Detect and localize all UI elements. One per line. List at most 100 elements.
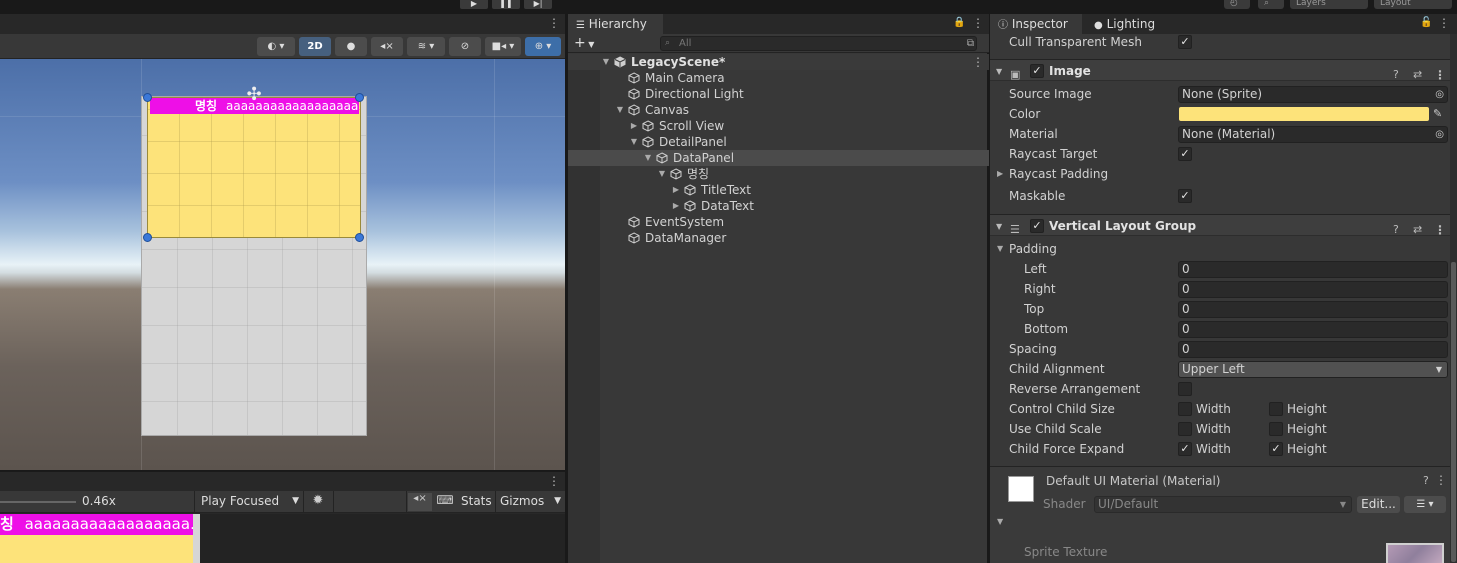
rect-handle-top-right[interactable] bbox=[355, 93, 364, 102]
material-field[interactable]: None (Material) ◎ bbox=[1178, 126, 1448, 143]
foldout-open-icon[interactable]: ▼ bbox=[996, 61, 1002, 83]
shading-mode-dropdown[interactable]: ◐ ▾ bbox=[257, 37, 295, 56]
presets-icon[interactable]: ⇄ bbox=[1413, 219, 1422, 241]
vlg-enabled-checkbox[interactable]: ✓ bbox=[1030, 219, 1044, 233]
gizmos-dropdown[interactable]: Gizmos ▼ bbox=[495, 491, 565, 512]
inspector-scrollbar[interactable] bbox=[1450, 34, 1457, 563]
gizmos-dropdown[interactable]: ⊕ ▾ bbox=[525, 37, 561, 56]
object-picker-icon[interactable]: ◎ bbox=[1435, 127, 1444, 142]
hierarchy-item[interactable]: ▼ DetailPanel bbox=[568, 134, 989, 150]
image-enabled-checkbox[interactable]: ✓ bbox=[1030, 64, 1044, 78]
foldout-open-icon[interactable]: ▼ bbox=[643, 150, 653, 166]
hierarchy-item[interactable]: ▶ TitleText bbox=[568, 182, 989, 198]
hierarchy-scene-row[interactable]: ▼ LegacyScene* bbox=[568, 54, 989, 70]
scene-visibility-button[interactable]: ⊘ bbox=[449, 37, 481, 56]
foldout-closed-icon[interactable]: ▶ bbox=[997, 164, 1003, 184]
padding-row[interactable]: ▼ Padding bbox=[990, 239, 1450, 259]
vertical-layout-group-header[interactable]: ▼ ☰ ✓ Vertical Layout Group ? ⇄ ⋮ bbox=[990, 214, 1450, 238]
more-options-icon[interactable]: ⋮ bbox=[548, 474, 560, 488]
effects-dropdown[interactable]: ≋ ▾ bbox=[407, 37, 445, 56]
hierarchy-item[interactable]: ▼ 명칭 bbox=[568, 166, 989, 182]
control-width-checkbox[interactable] bbox=[1178, 402, 1192, 416]
hierarchy-item[interactable]: Main Camera bbox=[568, 70, 989, 86]
help-icon[interactable]: ? bbox=[1423, 474, 1429, 487]
rect-handle-bottom-left[interactable] bbox=[143, 233, 152, 242]
layers-dropdown[interactable]: Layers bbox=[1290, 0, 1368, 9]
image-component-header[interactable]: ▼ ▣ ✓ Image ? ⇄ ⋮ bbox=[990, 59, 1450, 83]
presets-icon[interactable]: ⇄ bbox=[1413, 64, 1422, 86]
padding-left-input[interactable]: 0 bbox=[1178, 261, 1448, 278]
history-button[interactable]: ◴ bbox=[1224, 0, 1250, 9]
foldout-open-icon[interactable]: ▼ bbox=[996, 216, 1002, 238]
shortcuts-button[interactable]: ⌨ bbox=[434, 493, 456, 511]
foldout-open-icon[interactable]: ▼ bbox=[629, 134, 639, 150]
sprite-texture-thumbnail[interactable] bbox=[1386, 543, 1444, 563]
shader-dropdown[interactable]: UI/Default ▼ bbox=[1094, 496, 1352, 513]
step-button[interactable]: ▶| bbox=[524, 0, 552, 9]
pause-button[interactable]: ❚❚ bbox=[492, 0, 520, 9]
play-button[interactable]: ▶ bbox=[460, 0, 488, 9]
hierarchy-item[interactable]: EventSystem bbox=[568, 214, 989, 230]
more-options-icon[interactable]: ⋮ bbox=[972, 16, 984, 30]
component-menu-icon[interactable]: ⋮ bbox=[1435, 473, 1447, 487]
pivot-anchor-icon[interactable]: ✣ bbox=[243, 84, 265, 106]
scene-viewport[interactable]: 명칭 aaaaaaaaaaaaaaaaaaaaaa… ✣ bbox=[0, 59, 565, 470]
rect-handle-bottom-right[interactable] bbox=[355, 233, 364, 242]
padding-bottom-input[interactable]: 0 bbox=[1178, 321, 1448, 338]
child-alignment-dropdown[interactable]: Upper Left ▼ bbox=[1178, 361, 1448, 378]
help-icon[interactable]: ? bbox=[1393, 64, 1399, 86]
play-mode-dropdown[interactable]: Play Focused ▼ bbox=[194, 491, 304, 512]
expand-height-checkbox[interactable]: ✓ bbox=[1269, 442, 1283, 456]
reverse-arrangement-checkbox[interactable] bbox=[1178, 382, 1192, 396]
hierarchy-item[interactable]: ▶ DataText bbox=[568, 198, 989, 214]
lock-icon[interactable]: 🔒 bbox=[953, 17, 965, 28]
expand-width-checkbox[interactable]: ✓ bbox=[1178, 442, 1192, 456]
foldout-closed-icon[interactable]: ▶ bbox=[629, 118, 639, 134]
foldout-open-icon[interactable]: ▼ bbox=[601, 54, 611, 70]
hierarchy-item[interactable]: ▼ Canvas bbox=[568, 102, 989, 118]
padding-right-input[interactable]: 0 bbox=[1178, 281, 1448, 298]
component-menu-icon[interactable]: ⋮ bbox=[1434, 64, 1446, 86]
game-viewport[interactable]: 칭 aaaaaaaaaaaaaaaaaa… bbox=[0, 514, 565, 563]
audio-toggle-button[interactable]: ◂× bbox=[371, 37, 403, 56]
inspector-scroll-thumb[interactable] bbox=[1451, 262, 1456, 562]
spacing-input[interactable]: 0 bbox=[1178, 341, 1448, 358]
hierarchy-item[interactable]: ▼ DataPanel bbox=[568, 150, 989, 166]
shader-options-dropdown[interactable]: ☰ ▾ bbox=[1404, 496, 1446, 513]
zoom-slider[interactable] bbox=[0, 501, 76, 503]
cull-transparent-mesh-checkbox[interactable]: ✓ bbox=[1178, 35, 1192, 49]
lighting-toggle-button[interactable]: ● bbox=[335, 37, 367, 56]
eyedropper-icon[interactable]: ✎ bbox=[1433, 104, 1442, 124]
control-height-checkbox[interactable] bbox=[1269, 402, 1283, 416]
create-button[interactable]: + ▼ bbox=[574, 34, 602, 52]
foldout-open-icon[interactable]: ▼ bbox=[997, 517, 1003, 526]
padding-top-input[interactable]: 0 bbox=[1178, 301, 1448, 318]
debug-button[interactable]: ✹ bbox=[306, 493, 330, 511]
scene-filter-icon[interactable]: ⧉ bbox=[967, 37, 974, 50]
source-image-field[interactable]: None (Sprite) ◎ bbox=[1178, 86, 1448, 103]
scene-options-icon[interactable]: ⋮ bbox=[972, 55, 984, 69]
more-options-icon[interactable]: ⋮ bbox=[548, 16, 560, 30]
scale-height-checkbox[interactable] bbox=[1269, 422, 1283, 436]
raycast-target-checkbox[interactable]: ✓ bbox=[1178, 147, 1192, 161]
rect-handle-top-left[interactable] bbox=[143, 93, 152, 102]
2d-toggle-button[interactable]: 2D bbox=[299, 37, 331, 56]
hierarchy-search-input[interactable]: ⌕ All ⧉ bbox=[660, 36, 977, 51]
foldout-open-icon[interactable]: ▼ bbox=[997, 239, 1003, 259]
hierarchy-item[interactable]: DataManager bbox=[568, 230, 989, 246]
scale-width-checkbox[interactable] bbox=[1178, 422, 1192, 436]
hierarchy-item[interactable]: Directional Light bbox=[568, 86, 989, 102]
help-icon[interactable]: ? bbox=[1393, 219, 1399, 241]
tab-hierarchy[interactable]: ☰ Hierarchy bbox=[568, 14, 663, 34]
hierarchy-item[interactable]: ▶ Scroll View bbox=[568, 118, 989, 134]
data-panel-rect[interactable] bbox=[147, 97, 361, 238]
stats-button[interactable]: Stats bbox=[461, 494, 492, 508]
maskable-checkbox[interactable]: ✓ bbox=[1178, 189, 1192, 203]
component-menu-icon[interactable]: ⋮ bbox=[1434, 219, 1446, 241]
layout-dropdown[interactable]: Layout bbox=[1374, 0, 1452, 9]
foldout-open-icon[interactable]: ▼ bbox=[615, 102, 625, 118]
color-swatch[interactable] bbox=[1179, 107, 1429, 121]
object-picker-icon[interactable]: ◎ bbox=[1435, 87, 1444, 102]
raycast-padding-row[interactable]: ▶ Raycast Padding bbox=[990, 164, 1450, 184]
mute-audio-button[interactable]: ◂× bbox=[408, 493, 432, 511]
